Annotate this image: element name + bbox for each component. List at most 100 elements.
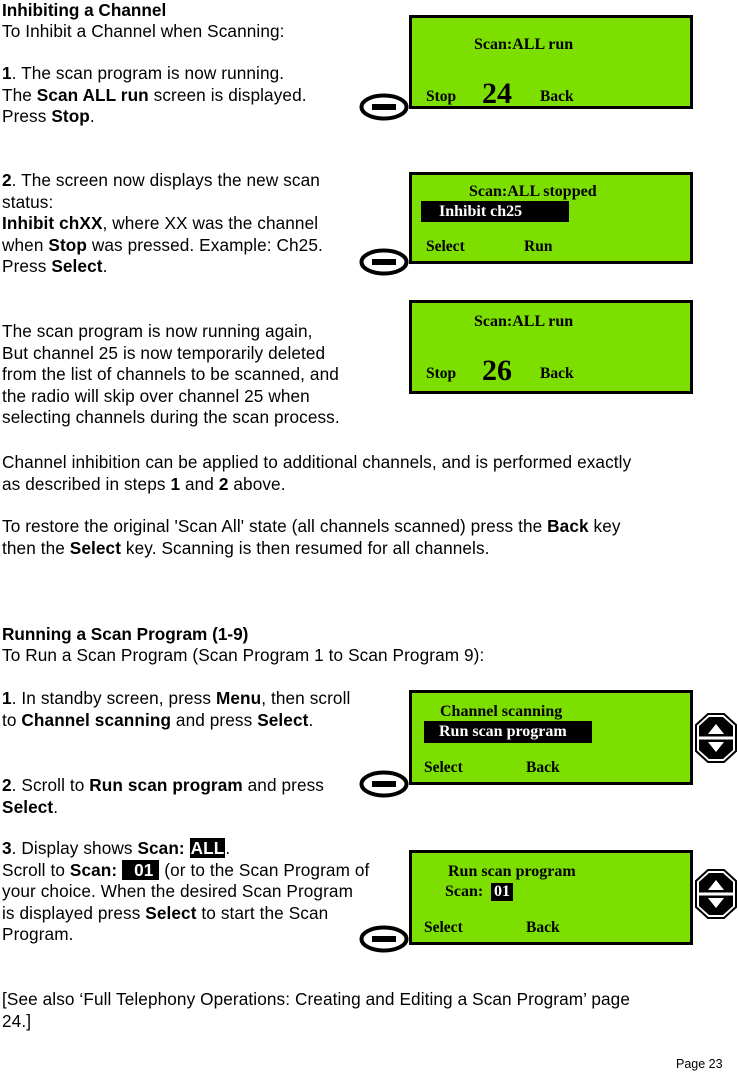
oval-select-key-icon[interactable] xyxy=(359,925,409,958)
note-1-line-1: Channel inhibition can be applied to add… xyxy=(2,452,632,472)
lcd-softkey-left[interactable]: Select xyxy=(426,238,465,256)
oval-select-key-icon[interactable] xyxy=(359,248,409,281)
running-step-3-line-3: your choice. When the desired Scan Progr… xyxy=(2,881,353,902)
note-1-step-ref-1: 1 xyxy=(170,473,181,494)
step-2-line-5-pre: Press xyxy=(2,256,52,277)
lcd-softkey-right[interactable]: Back xyxy=(540,88,574,106)
running-step-1-channel-scanning: Channel scanning xyxy=(21,709,172,730)
running-step-1-line-2: to Channel scanning and press Select. xyxy=(2,710,350,732)
lcd-screen-channel-scanning: Channel scanning Run scan program Select… xyxy=(409,690,693,785)
running-step-1-line-1: 1. In standby screen, press Menu, then s… xyxy=(2,688,350,710)
running-step-3-select-key: Select xyxy=(145,902,197,923)
running-step-1-line-2-mid: and press xyxy=(171,709,258,730)
inhibiting-explanation: The scan program is now running again, B… xyxy=(2,321,340,429)
step-1-line-3-pre: Press xyxy=(2,106,52,127)
running-step-3-scan-01-value: 01 xyxy=(122,859,160,880)
running-step-2: 2. Scroll to Run scan program and press … xyxy=(2,775,324,818)
oval-select-key-glyph xyxy=(359,770,409,798)
note-2-select-key: Select xyxy=(69,537,122,558)
lcd-channel-number: 24 xyxy=(482,77,512,110)
oval-select-key-glyph xyxy=(359,93,409,121)
running-step-1-line-2-pre: to xyxy=(2,709,22,730)
running-step-3-line-2-post: (or to the Scan Program of xyxy=(159,859,370,880)
step-1-line-2-bold: Scan ALL run xyxy=(36,84,149,105)
running-step-2-line-1-post: and press xyxy=(242,775,325,795)
lcd-highlighted-menu-item[interactable]: Run scan program xyxy=(424,721,592,743)
lcd-softkey-left[interactable]: Stop xyxy=(426,88,456,106)
step-2-line-4: when Stop was pressed. Example: Ch25. xyxy=(2,235,323,257)
running-step-3-line-5: Program. xyxy=(2,924,74,945)
step-2-line-5: Press Select. xyxy=(2,256,323,278)
step-1-number: 1 xyxy=(2,63,12,83)
step-1-text: . The scan program is now running. xyxy=(11,63,285,83)
running-step-3-line-1-pre: . Display shows xyxy=(11,838,138,858)
running-step-3-line-1: 3. Display shows Scan: ALL. xyxy=(2,838,369,860)
running-step-2-line-2-post: . xyxy=(53,796,59,817)
see-also-line-1: [See also ‘Full Telephony Operations: Cr… xyxy=(2,989,630,1009)
inhibiting-note-1: Channel inhibition can be applied to add… xyxy=(2,452,631,495)
lcd-screen-scan-all-stopped: Scan:ALL stopped Inhibit ch25 Select Run xyxy=(409,172,693,264)
running-step-1: 1. In standby screen, press Menu, then s… xyxy=(2,688,350,731)
step-2-line-4-pre: when xyxy=(2,234,49,255)
step-1-line-3: Press Stop. xyxy=(2,106,307,128)
section-heading-running: Running a Scan Program (1-9) xyxy=(2,624,249,644)
note-2-line-1-pre: To restore the original 'Scan All' state… xyxy=(2,516,548,536)
lcd-softkey-right[interactable]: Back xyxy=(526,759,560,777)
lcd-field-value[interactable]: 01 xyxy=(491,883,513,901)
lcd-screen-scan-all-run-24: Scan:ALL run 24 Stop Back xyxy=(409,15,693,110)
step-2-line-3-bold: Inhibit chXX xyxy=(2,213,103,234)
step-2-line-2: status: xyxy=(2,191,54,212)
step-2-line-5-bold: Select xyxy=(51,256,103,277)
step-2-line-3: Inhibit chXX, where XX was the channel xyxy=(2,213,323,235)
running-step-3-line-4: is displayed press Select to start the S… xyxy=(2,903,369,925)
oval-select-key-icon[interactable] xyxy=(359,93,409,126)
running-step-1-number: 1 xyxy=(2,688,12,708)
step-2-line-4-bold: Stop xyxy=(48,234,87,255)
lcd-title: Scan:ALL run xyxy=(474,313,574,330)
running-step-2-run-scan-program: Run scan program xyxy=(89,775,243,795)
inhibiting-step-1: 1. The scan program is now running. The … xyxy=(2,63,307,128)
step-2-line-1-text: . The screen now displays the new scan xyxy=(11,170,320,190)
running-step-2-line-1-pre: . Scroll to xyxy=(11,775,90,795)
step-1-line-2-pre: The xyxy=(2,84,37,105)
octagon-scroll-key-icon[interactable] xyxy=(694,868,738,925)
running-step-2-number: 2 xyxy=(2,775,12,795)
lcd-title: Run scan program xyxy=(448,863,576,880)
page-number: Page 23 xyxy=(676,1057,723,1071)
octagon-scroll-key-glyph xyxy=(695,869,737,919)
explain-line-3: from the list of channels to be scanned,… xyxy=(2,364,339,385)
explain-line-4: the radio will skip over channel 25 when xyxy=(2,385,310,406)
note-1-line-2-pre: as described in steps xyxy=(2,473,171,494)
running-step-3-line-2-pre: Scroll to xyxy=(2,859,70,880)
running-step-3-number: 3 xyxy=(2,838,12,858)
note-1-line-2-post: above. xyxy=(228,473,286,494)
step-2-line-1: 2. The screen now displays the new scan xyxy=(2,170,323,192)
oval-select-key-glyph xyxy=(359,248,409,276)
note-1-line-2: as described in steps 1 and 2 above. xyxy=(2,474,631,496)
running-step-3: 3. Display shows Scan: ALL. Scroll to Sc… xyxy=(2,838,369,946)
running-step-3-scan-all-value: ALL xyxy=(189,838,226,858)
note-2-line-1: To restore the original 'Scan All' state… xyxy=(2,516,621,538)
running-step-1-select-key: Select xyxy=(257,709,309,730)
running-step-3-line-4-pre: is displayed press xyxy=(2,902,146,923)
step-2-line-3-post: , where XX was the channel xyxy=(102,213,319,234)
inhibiting-intro: To Inhibit a Channel when Scanning: xyxy=(2,21,285,41)
lcd-softkey-left[interactable]: Select xyxy=(424,919,463,937)
see-also-note: [See also ‘Full Telephony Operations: Cr… xyxy=(2,989,630,1032)
step-1-line-3-post: . xyxy=(89,106,95,127)
running-step-1-menu-key: Menu xyxy=(215,688,262,708)
note-1-line-2-mid: and xyxy=(180,473,219,494)
octagon-scroll-key-icon[interactable] xyxy=(694,712,738,769)
running-step-2-line-1: 2. Scroll to Run scan program and press xyxy=(2,775,324,797)
lcd-softkey-right[interactable]: Run xyxy=(524,238,552,256)
lcd-softkey-right[interactable]: Back xyxy=(540,365,574,383)
explain-line-5: selecting channels during the scan proce… xyxy=(2,407,340,428)
lcd-softkey-right[interactable]: Back xyxy=(526,919,560,937)
step-1-line-3-bold: Stop xyxy=(51,106,90,127)
lcd-highlighted-menu-item[interactable]: Inhibit ch25 xyxy=(421,201,569,222)
lcd-softkey-left[interactable]: Select xyxy=(424,759,463,777)
note-2-line-1-post: key xyxy=(588,516,621,536)
step-2-number: 2 xyxy=(2,170,12,190)
oval-select-key-icon[interactable] xyxy=(359,770,409,803)
lcd-softkey-left[interactable]: Stop xyxy=(426,365,456,383)
